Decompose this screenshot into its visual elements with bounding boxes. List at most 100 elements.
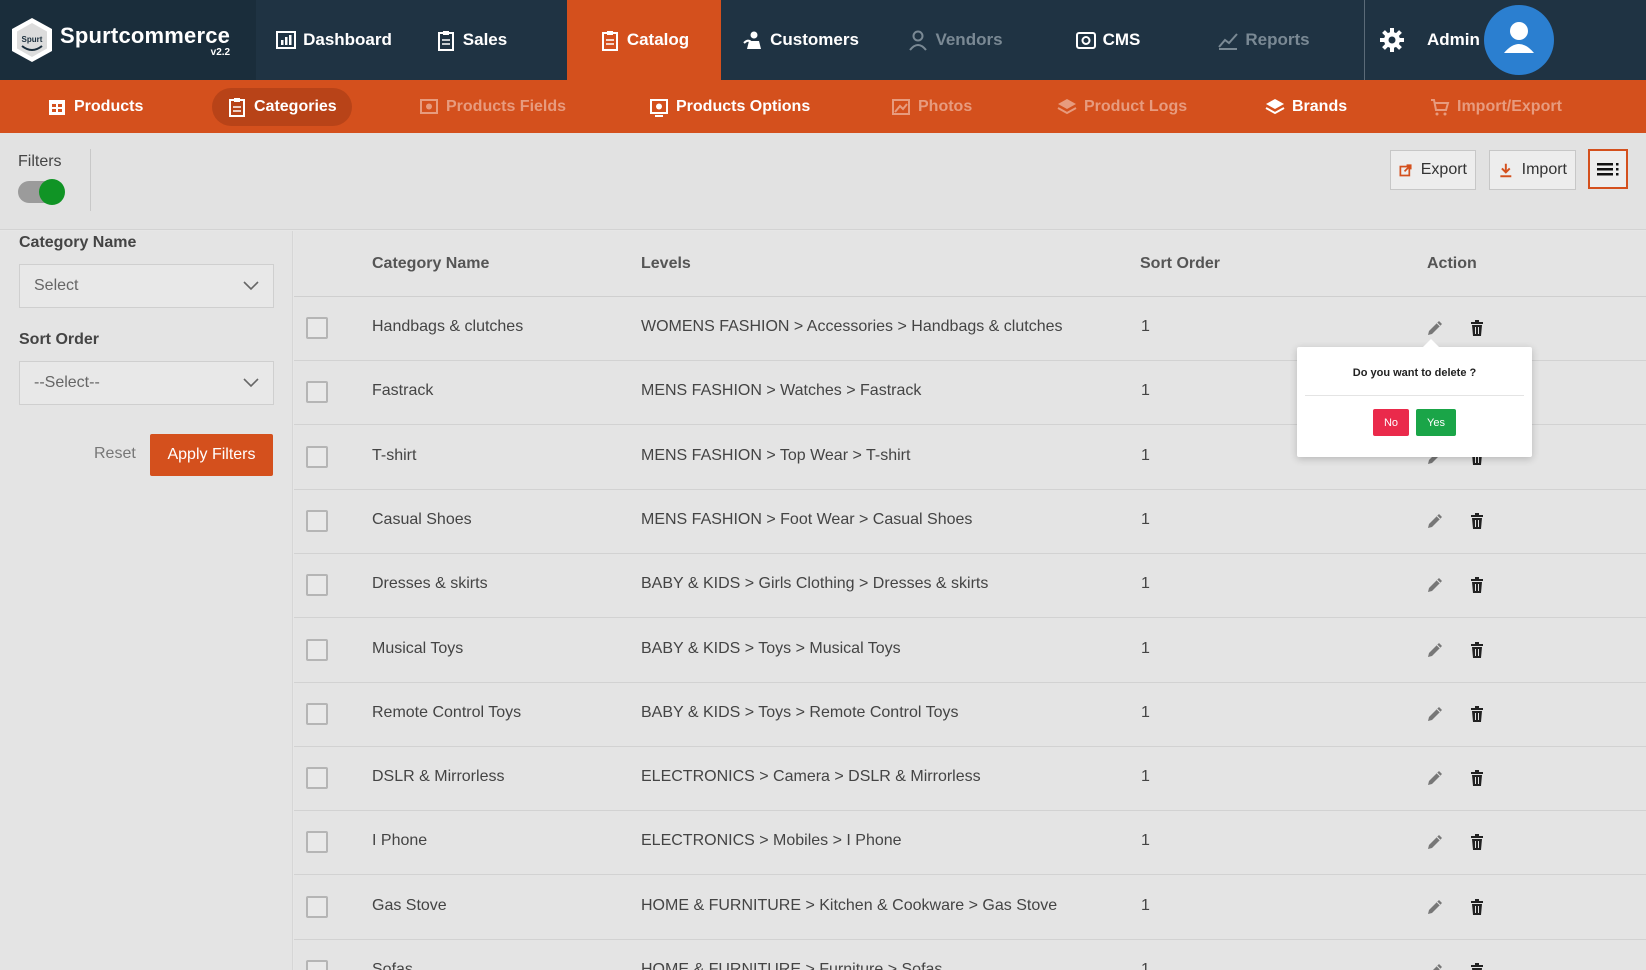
row-checkbox[interactable] xyxy=(306,509,328,532)
cell-sort-order: 1 xyxy=(1141,703,1150,721)
delete-icon[interactable] xyxy=(1467,768,1487,788)
subnav-categories[interactable]: Categories xyxy=(212,88,352,126)
cell-category-name: T-shirt xyxy=(372,446,417,464)
edit-icon[interactable] xyxy=(1425,704,1445,724)
edit-icon[interactable] xyxy=(1425,897,1445,917)
export-button[interactable]: Export xyxy=(1390,150,1476,190)
user-icon xyxy=(909,30,928,51)
delete-icon[interactable] xyxy=(1467,575,1487,595)
nav-customers[interactable]: Customers xyxy=(721,0,880,80)
cell-sort-order: 1 xyxy=(1141,575,1150,593)
edit-icon[interactable] xyxy=(1425,832,1445,852)
delete-icon[interactable] xyxy=(1467,704,1487,724)
header-levels[interactable]: Levels xyxy=(641,255,691,273)
header-category-name[interactable]: Category Name xyxy=(372,255,489,273)
import-button[interactable]: Import xyxy=(1489,150,1576,190)
divider xyxy=(90,149,91,211)
dashboard-icon xyxy=(276,31,297,49)
cell-sort-order: 1 xyxy=(1141,446,1150,464)
sort-order-select[interactable]: --Select-- xyxy=(19,361,274,405)
reset-button[interactable]: Reset xyxy=(94,445,136,463)
nav-catalog[interactable]: Catalog xyxy=(562,0,721,80)
row-checkbox[interactable] xyxy=(306,895,328,918)
delete-icon[interactable] xyxy=(1467,897,1487,917)
delete-yes-button[interactable]: Yes xyxy=(1416,409,1456,436)
edit-icon[interactable] xyxy=(1425,768,1445,788)
options-icon xyxy=(650,99,668,117)
subnav-photos[interactable]: Photos xyxy=(876,88,987,126)
subnav-import-export[interactable]: Import/Export xyxy=(1415,88,1577,126)
delete-icon[interactable] xyxy=(1467,511,1487,531)
cell-levels: ELECTRONICS > Camera > DSLR & Mirrorless xyxy=(641,768,981,786)
row-checkbox[interactable] xyxy=(306,767,328,790)
cell-levels: HOME & FURNITURE > Kitchen & Cookware > … xyxy=(641,896,1058,914)
cell-category-name: DSLR & Mirrorless xyxy=(372,768,505,786)
delete-confirm-popover: Do you want to delete ? No Yes xyxy=(1297,339,1532,457)
row-checkbox[interactable] xyxy=(306,702,328,725)
edit-icon[interactable] xyxy=(1425,511,1445,531)
row-checkbox[interactable] xyxy=(306,445,328,468)
category-name-select[interactable]: Select xyxy=(19,264,274,308)
table-header: Category Name Levels Sort Order Action xyxy=(294,231,1646,297)
reports-icon xyxy=(1218,33,1239,50)
row-checkbox[interactable] xyxy=(306,831,328,854)
nav-cms[interactable]: CMS xyxy=(1030,0,1185,80)
header-action: Action xyxy=(1427,255,1477,272)
cell-levels: HOME & FURNITURE > Furniture > Sofas xyxy=(641,961,943,970)
row-checkbox[interactable] xyxy=(306,317,328,339)
row-checkbox[interactable] xyxy=(306,638,328,661)
header-sort-order[interactable]: Sort Order xyxy=(1140,255,1220,273)
filter-header: Filters Export Import xyxy=(0,133,1646,230)
table-row: DSLR & Mirrorless ELECTRONICS > Camera > … xyxy=(294,747,1646,812)
cms-icon xyxy=(1075,32,1096,49)
row-checkbox[interactable] xyxy=(306,574,328,597)
edit-icon[interactable] xyxy=(1425,575,1445,595)
sort-order-label: Sort Order xyxy=(19,331,100,348)
brand[interactable]: Spurt Spurtcommerce v2.2 xyxy=(0,0,256,80)
filters-toggle[interactable] xyxy=(18,179,65,205)
nav-catalog-active[interactable]: Catalog xyxy=(567,0,721,80)
subnav-products-options[interactable]: Products Options xyxy=(634,88,825,126)
subnav-brands[interactable]: Brands xyxy=(1250,88,1362,126)
list-menu-button[interactable] xyxy=(1588,149,1628,189)
gear-icon[interactable] xyxy=(1379,27,1405,53)
cell-category-name: Fastrack xyxy=(372,382,434,400)
delete-icon[interactable] xyxy=(1467,640,1487,660)
top-navigation: Spurt Spurtcommerce v2.2 Dashboard Sales… xyxy=(0,0,1646,80)
table-row: Sofas HOME & FURNITURE > Furniture > Sofa… xyxy=(294,940,1646,970)
edit-icon[interactable] xyxy=(1425,961,1445,970)
nav-dashboard[interactable]: Dashboard xyxy=(256,0,411,80)
download-icon xyxy=(1500,163,1512,178)
delete-icon[interactable] xyxy=(1467,318,1487,338)
nav-sales[interactable]: Sales xyxy=(411,0,531,80)
cell-sort-order: 1 xyxy=(1141,832,1150,850)
cell-sort-order: 1 xyxy=(1141,510,1150,528)
edit-icon[interactable] xyxy=(1425,318,1445,338)
admin-label[interactable]: Admin xyxy=(1427,30,1480,50)
subnav-products[interactable]: Products xyxy=(32,88,158,126)
table-row: I Phone ELECTRONICS > Mobiles > I Phone 1 xyxy=(294,811,1646,876)
avatar[interactable] xyxy=(1483,5,1554,75)
cell-category-name: Casual Shoes xyxy=(372,510,472,528)
delete-icon[interactable] xyxy=(1467,832,1487,852)
products-icon xyxy=(49,100,65,115)
clipboard-icon xyxy=(601,31,618,51)
apply-filters-button[interactable]: Apply Filters xyxy=(150,434,273,476)
cell-sort-order: 1 xyxy=(1141,896,1150,914)
cell-category-name: Sofas xyxy=(372,961,413,970)
subnav-products-fields[interactable]: Products Fields xyxy=(404,88,581,126)
cell-sort-order: 1 xyxy=(1141,961,1150,970)
edit-icon[interactable] xyxy=(1425,640,1445,660)
cell-levels: BABY & KIDS > Girls Clothing > Dresses &… xyxy=(641,575,989,593)
toggle-knob xyxy=(39,179,65,205)
cell-levels: WOMENS FASHION > Accessories > Handbags … xyxy=(641,318,1063,335)
svg-text:Spurt: Spurt xyxy=(22,35,43,44)
cell-sort-order: 1 xyxy=(1141,382,1150,400)
row-checkbox[interactable] xyxy=(306,960,328,970)
delete-icon[interactable] xyxy=(1467,961,1487,970)
row-checkbox[interactable] xyxy=(306,381,328,404)
nav-reports[interactable]: Reports xyxy=(1185,0,1342,80)
subnav-product-logs[interactable]: Product Logs xyxy=(1042,88,1202,126)
delete-no-button[interactable]: No xyxy=(1373,409,1409,436)
nav-vendors[interactable]: Vendors xyxy=(880,0,1030,80)
